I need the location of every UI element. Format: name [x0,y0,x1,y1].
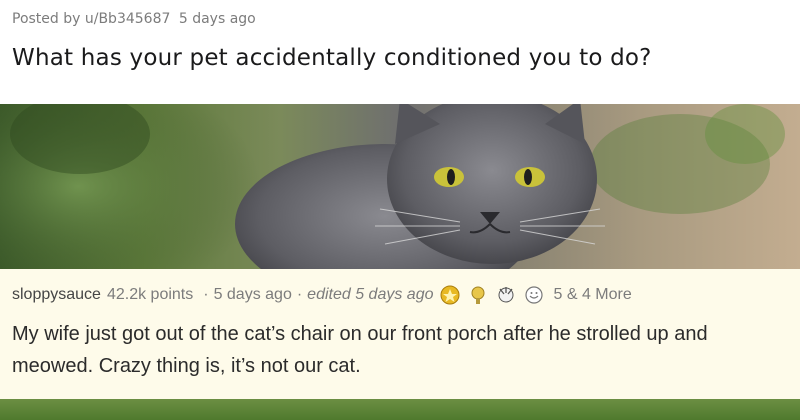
wholesome-award-icon[interactable] [524,285,544,305]
comment-username[interactable]: sloppysauce [12,286,101,304]
cat-illustration [0,104,785,269]
post-card: Posted by u/Bb345687 5 days ago What has… [0,0,800,420]
cat-pupil-right [524,169,532,185]
post-header: Posted by u/Bb345687 5 days ago What has… [0,0,800,104]
meta-separator: · [203,286,209,303]
comment-body: My wife just got out of the cat’s chair … [12,323,708,377]
cat-pupil-left [447,169,455,185]
comment-edited: edited 5 days ago [307,286,434,303]
gold-award-icon[interactable] [440,285,460,305]
post-meta: Posted by u/Bb345687 5 days ago [12,11,260,27]
award-count[interactable]: 5 & 4 More [554,286,632,304]
top-comment: sloppysauce 42.2k points · 5 days ago · … [0,269,800,399]
leaf-blur-top-right [705,104,785,164]
post-title[interactable]: What has your pet accidentally condition… [12,45,652,71]
silver-award-icon[interactable] [468,285,488,305]
post-time: 5 days ago [178,11,256,27]
posted-by[interactable]: Posted by u/Bb345687 [12,11,170,27]
cat-photo [0,104,800,269]
comment-points: 42.2k points [106,286,194,303]
comment-time: 5 days ago [213,286,292,303]
gilded-award-icon[interactable] [496,285,516,305]
comment-meta: sloppysauce 42.2k points · 5 days ago · … [12,285,632,305]
bottom-photo-edge [0,399,800,420]
meta-separator: · [296,286,303,303]
